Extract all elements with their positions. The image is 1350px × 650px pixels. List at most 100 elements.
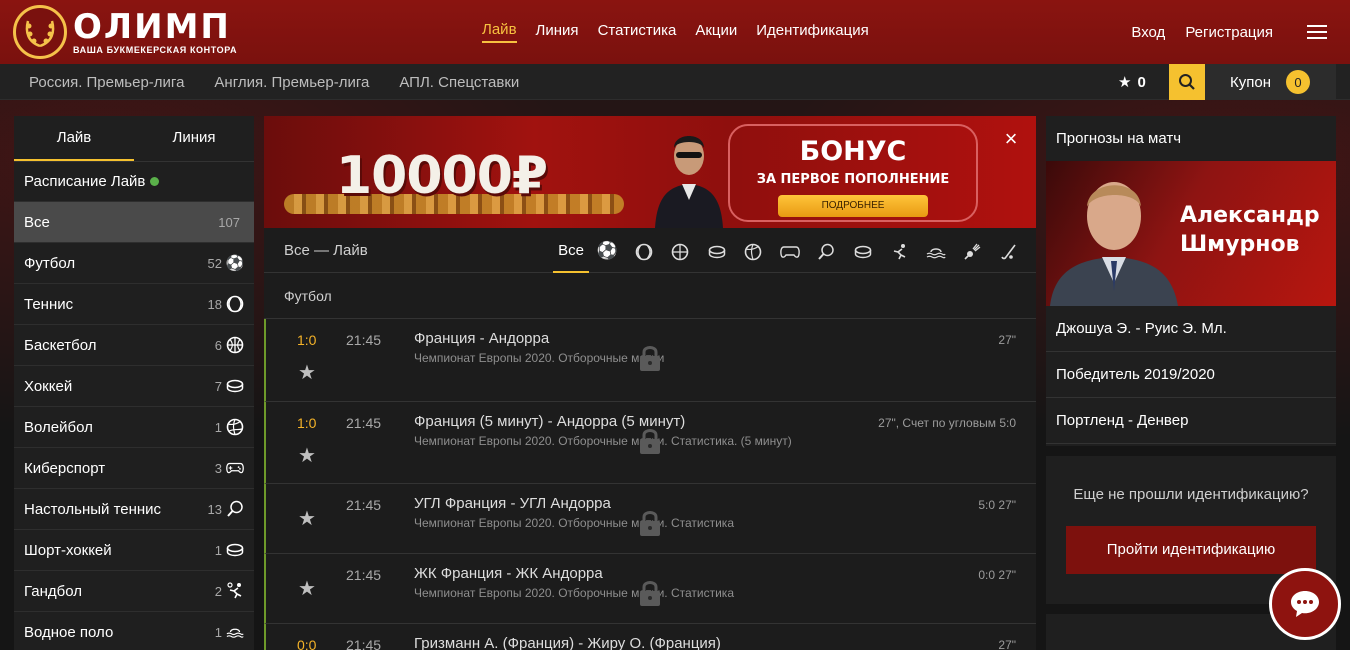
soccer-ball-icon: ⚽ [225,255,245,272]
sport-tab-handball-icon[interactable] [881,228,918,273]
promo-person-image [655,136,723,228]
sidebar-item-football[interactable]: Футбол 52 ⚽ [14,243,254,284]
sidebar-tab-line[interactable]: Линия [134,116,254,161]
olimp-logo[interactable]: ОЛИМП ВАША БУКМЕКЕРСКАЯ КОНТОРА [13,3,243,61]
event-row[interactable]: ★ 21:45 УГЛ Франция - УГЛ Андорра Чемпио… [264,484,1036,554]
nav-statistics[interactable]: Статистика [598,22,677,42]
nav-identification[interactable]: Идентификация [756,22,868,42]
sidebar-item-label: Киберспорт [24,459,106,477]
coupon-button[interactable]: Купон 0 [1205,64,1336,100]
sidebar-item-count: 2 [214,583,222,599]
sidebar-item-esports[interactable]: Киберспорт 3 [14,448,254,489]
sport-tab-bandy-icon[interactable] [991,228,1028,273]
lock-icon [640,429,660,454]
sidebar-item-count: 6 [214,337,222,353]
sport-tab-volleyball-icon[interactable] [735,228,772,273]
sidebar-item-water-polo[interactable]: Водное поло 1 [14,612,254,650]
event-league: Чемпионат Европы 2020. Отборочные матчи [414,351,665,365]
sport-tab-basketball-icon[interactable] [662,228,699,273]
sidebar-item-count: 1 [214,542,222,558]
sidebar-item-count: 3 [214,460,222,476]
expert-banner[interactable]: Александр Шмурнов [1046,161,1336,306]
event-row[interactable]: 1:0 ★ 21:45 Франция - Андорра Чемпионат … [264,319,1036,402]
sidebar-item-label: Все [24,213,50,231]
quick-link-england[interactable]: Англия. Премьер-лига [214,74,369,91]
predictions-title: Прогнозы на матч [1056,130,1182,147]
sport-filter-tabs: Все ⚽ [553,228,1027,273]
sidebar-item-volleyball[interactable]: Волейбол 1 [14,407,254,448]
sidebar-item-label: Теннис [24,295,74,313]
match-predictions-panel: Прогнозы на матч Александр Шмурнов Джошу… [1046,116,1336,446]
event-score: 0:0 [297,637,317,650]
sidebar-item-label: Водное поло [24,623,114,641]
lock-icon [640,581,660,606]
sidebar-item-table-tennis[interactable]: Настольный теннис 13 [14,489,254,530]
event-league: Чемпионат Европы 2020. Отборочные матчи.… [414,586,734,600]
close-icon[interactable]: × [1001,128,1021,150]
bonus-details-button[interactable]: ПОДРОБНЕЕ [778,195,928,217]
bonus-title: БОНУС [799,136,907,167]
hamburger-menu-icon[interactable] [1307,25,1327,39]
volleyball-icon [226,418,244,436]
hockey-puck-icon [226,541,244,559]
quick-link-russia[interactable]: Россия. Премьер-лига [29,74,184,91]
identification-button[interactable]: Пройти идентификацию [1066,526,1316,574]
event-score: 1:0 [297,332,317,348]
nav-promotions[interactable]: Акции [695,22,737,42]
login-link[interactable]: Вход [1131,24,1165,41]
sidebar-item-count: 18 [207,296,222,312]
nav-line[interactable]: Линия [536,22,579,42]
sidebar-item-basketball[interactable]: Баскетбол 6 [14,325,254,366]
expert-last-name: Шмурнов [1180,232,1300,257]
expert-photo [1050,182,1178,306]
star-icon[interactable]: ★ [298,360,316,385]
sidebar-tab-live[interactable]: Лайв [14,116,134,161]
event-title: ЖК Франция - ЖК Андорра [414,565,603,582]
event-time: 21:45 [346,415,382,431]
event-row[interactable]: 0:0 21:45 Гризманн А. (Франция) - Жиру О… [264,624,1036,650]
sport-tab-hockey-icon[interactable] [699,228,736,273]
sport-tab-soccer-icon[interactable]: ⚽ [589,228,626,273]
laurel-wreath-icon [13,5,67,59]
sport-tab-esports-icon[interactable] [772,228,809,273]
sidebar-item-all[interactable]: Все 107 [14,202,254,243]
bonus-callout: БОНУС ЗА ПЕРВОЕ ПОПОЛНЕНИЕ ПОДРОБНЕЕ [728,124,978,222]
sport-tab-table-tennis-icon[interactable] [808,228,845,273]
prediction-item[interactable]: Портленд - Денвер [1046,398,1336,444]
sport-tab-badminton-icon[interactable] [954,228,991,273]
basketball-icon [226,336,244,354]
register-link[interactable]: Регистрация [1185,24,1273,41]
sidebar-item-label: Футбол [24,254,76,272]
sport-tab-all[interactable]: Все [553,228,589,273]
star-icon[interactable]: ★ [298,506,316,531]
nav-live[interactable]: Лайв [482,21,517,43]
logo-subtitle: ВАША БУКМЕКЕРСКАЯ КОНТОРА [73,44,238,55]
event-row[interactable]: 1:0 ★ 21:45 Франция (5 минут) - Андорра … [264,402,1036,484]
event-title: УГЛ Франция - УГЛ Андорра [414,495,611,512]
sport-tab-short-hockey-icon[interactable] [845,228,882,273]
sidebar-item-short-hockey[interactable]: Шорт-хоккей 1 [14,530,254,571]
event-row[interactable]: ★ 21:45 ЖК Франция - ЖК Андорра Чемпиона… [264,554,1036,624]
sidebar-item-hockey[interactable]: Хоккей 7 [14,366,254,407]
promo-banner[interactable]: 10000₽ БОНУС ЗА ПЕРВОЕ ПОПОЛНЕНИЕ ПОДРОБ… [264,116,1036,228]
favorites-counter[interactable]: ★ 0 [1118,64,1146,100]
coupon-count-badge: 0 [1286,70,1310,94]
live-schedule-link[interactable]: Расписание Лайв [14,162,254,202]
chat-button[interactable] [1269,568,1341,640]
star-icon: ★ [1118,74,1132,91]
quick-link-apl-specials[interactable]: АПЛ. Спецставки [399,74,519,91]
sidebar-item-label: Волейбол [24,418,93,436]
star-icon[interactable]: ★ [298,576,316,601]
prediction-item[interactable]: Победитель 2019/2020 [1046,352,1336,398]
sidebar-item-handball[interactable]: Гандбол 2 [14,571,254,612]
search-button[interactable] [1169,64,1205,100]
bonus-subtitle: ЗА ПЕРВОЕ ПОПОЛНЕНИЕ [756,172,950,187]
sport-tab-tennis-icon[interactable] [626,228,663,273]
sport-tab-water-polo-icon[interactable] [918,228,955,273]
sidebar-item-label: Гандбол [24,582,83,600]
prediction-item[interactable]: Джошуа Э. - Руис Э. Мл. [1046,306,1336,352]
main-nav: Лайв Линия Статистика Акции Идентификаци… [482,0,869,64]
star-icon[interactable]: ★ [298,443,316,468]
events-filter-bar: Все — Лайв Все ⚽ [264,228,1036,273]
sidebar-item-tennis[interactable]: Теннис 18 [14,284,254,325]
